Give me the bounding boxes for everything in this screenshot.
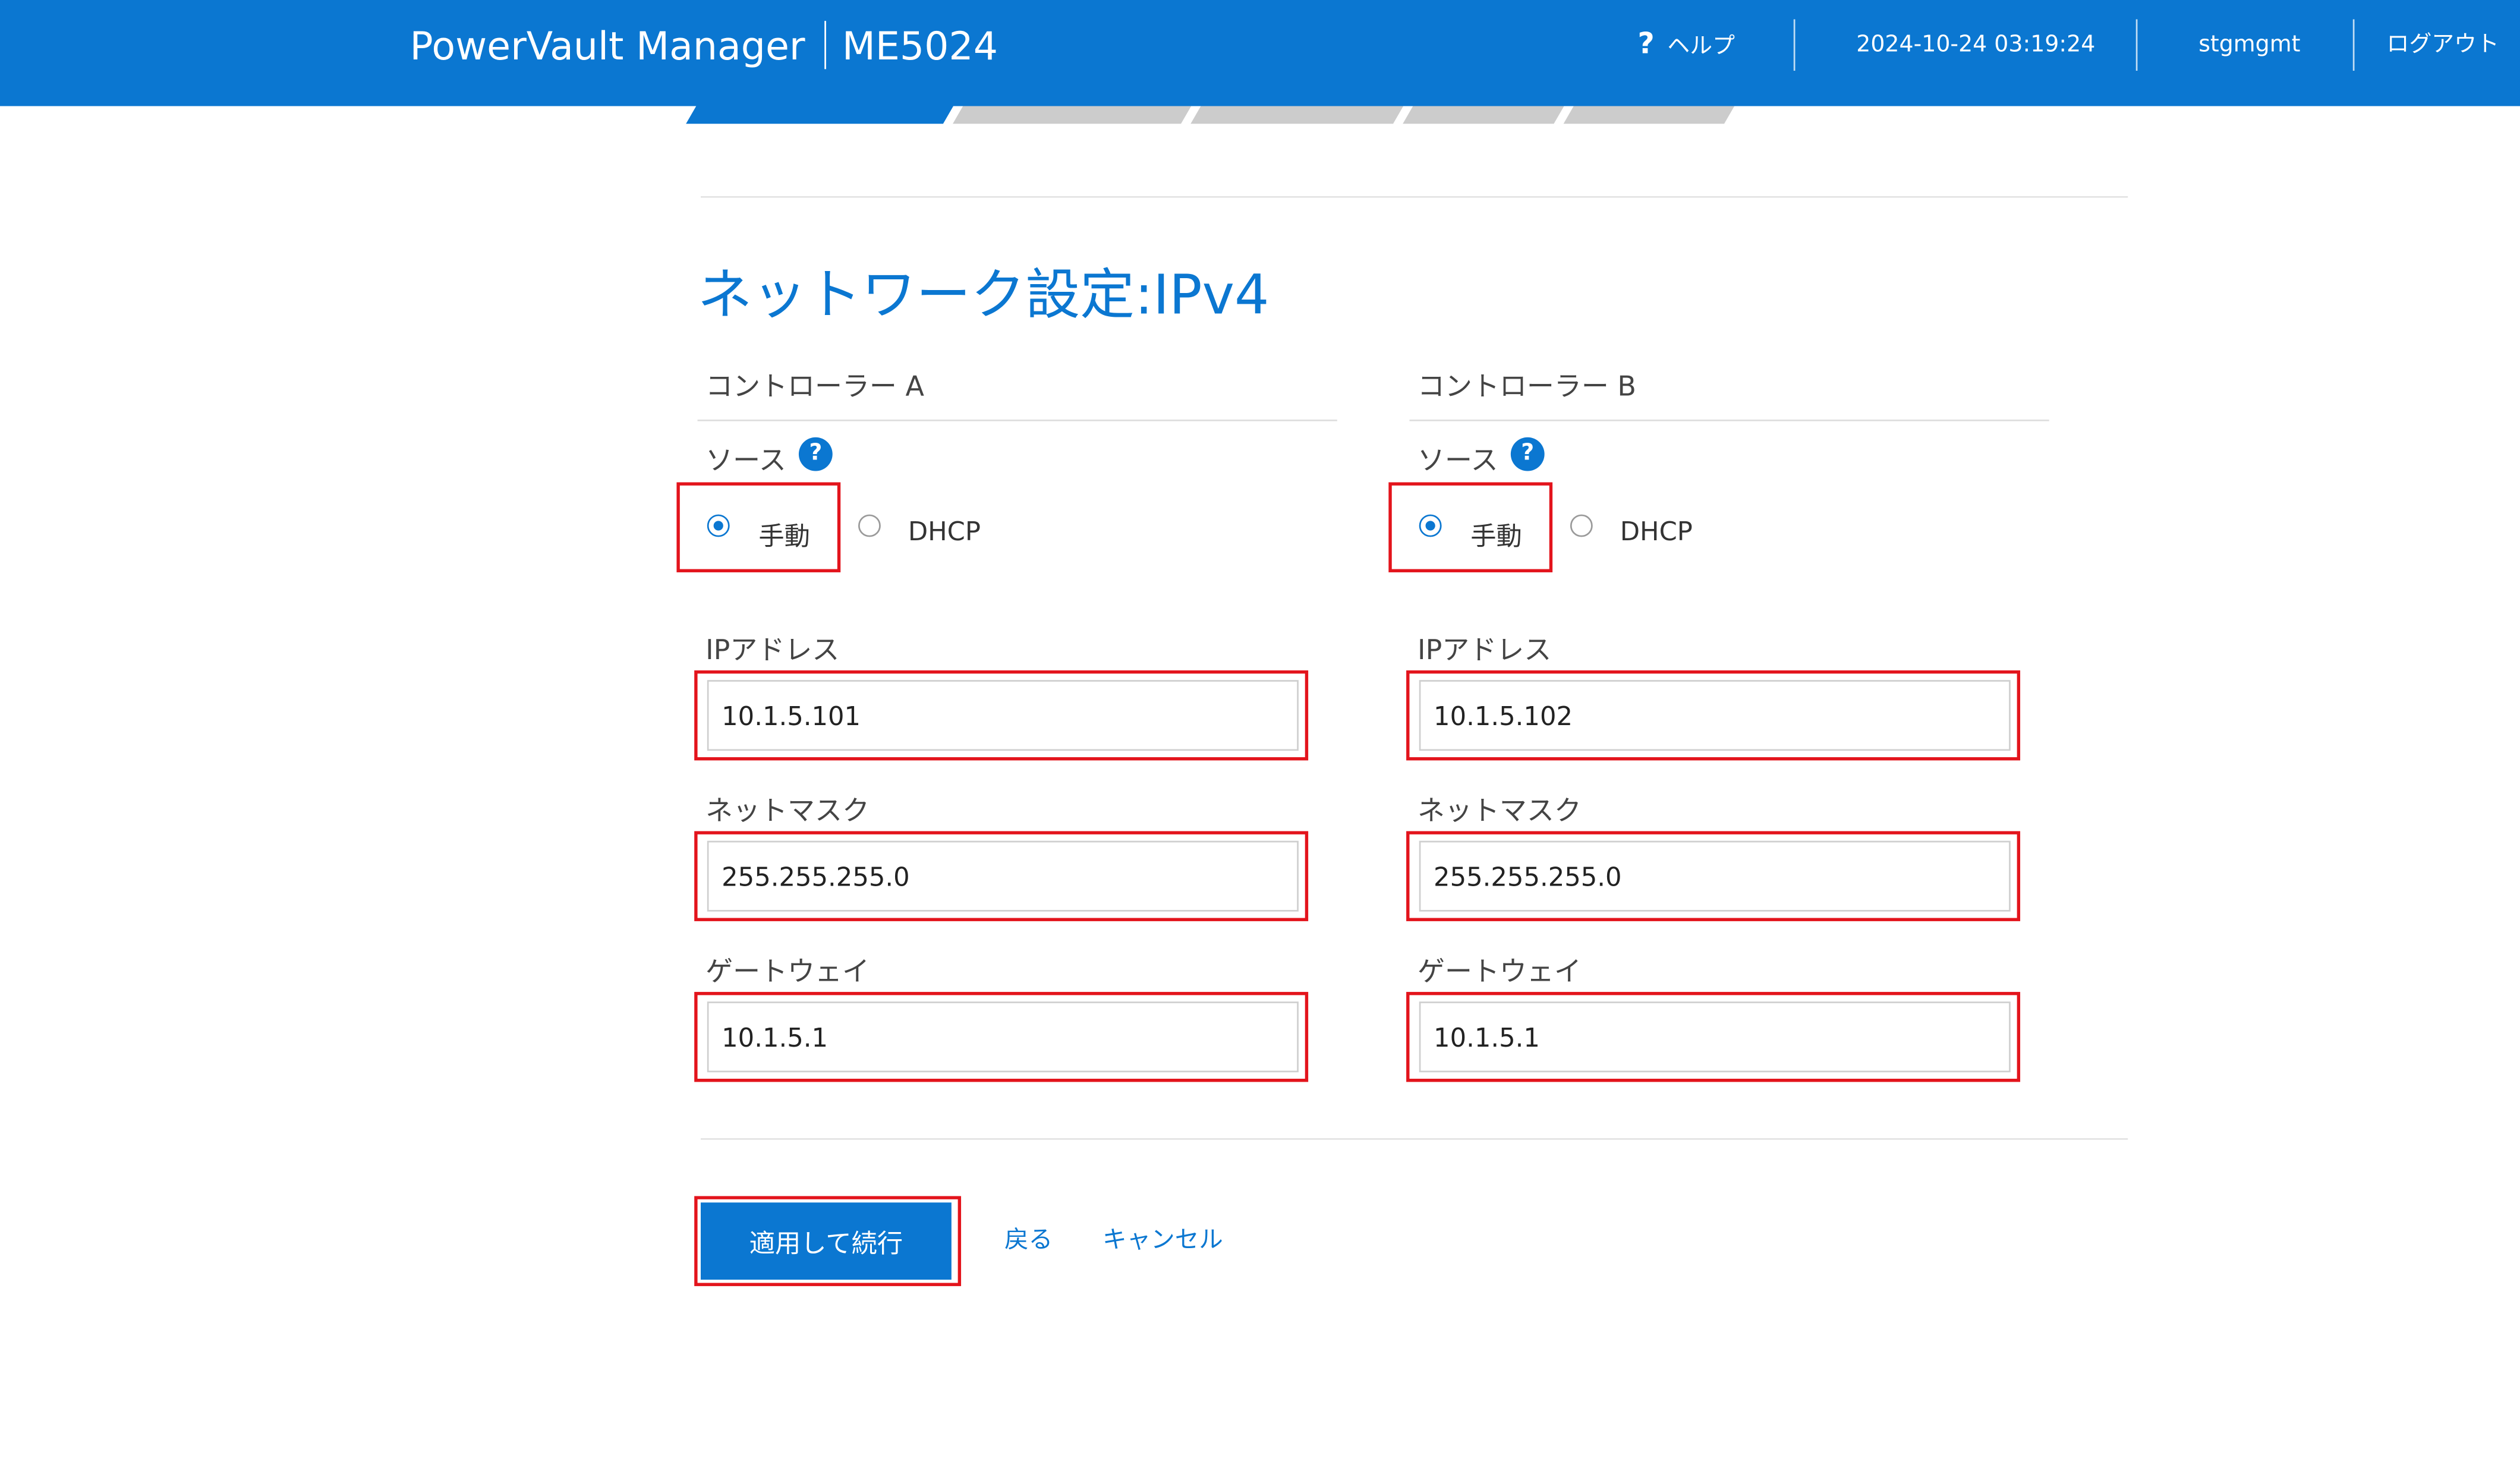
radio-dhcp-b[interactable]: [1570, 514, 1593, 537]
source-label: ソース: [705, 445, 786, 478]
source-help-icon[interactable]: ?: [1510, 437, 1545, 471]
user-name[interactable]: stgmgmt: [2198, 26, 2300, 64]
help-label: ヘルプ: [1667, 33, 1735, 60]
header-divider: [2352, 19, 2355, 71]
radio-manual-a[interactable]: [707, 514, 730, 537]
source-label: ソース: [1418, 445, 1498, 478]
wizard-step: [1563, 106, 1735, 124]
header-divider: [2135, 19, 2138, 71]
datetime: 2024-10-24 03:19:24: [1856, 32, 2096, 58]
brand-separator: [824, 21, 826, 70]
radio-manual-b[interactable]: [1419, 514, 1442, 537]
controller-divider: [697, 419, 1337, 421]
radio-dhcp-a[interactable]: [858, 514, 881, 537]
netmask-label: ネットマスク: [1418, 795, 1582, 829]
help-icon: ?: [1637, 27, 1655, 61]
radio-dhcp-label[interactable]: DHCP: [908, 516, 981, 546]
apply-continue-button[interactable]: 適用して続行: [700, 1202, 952, 1280]
netmask-input-b[interactable]: [1419, 840, 2011, 912]
wizard-progress: [682, 106, 1743, 124]
gateway-label: ゲートウェイ: [1418, 956, 1582, 989]
model-name: ME5024: [842, 24, 998, 70]
wizard-step: [1190, 106, 1404, 124]
radio-manual-label[interactable]: 手動: [758, 515, 810, 553]
section-divider: [700, 196, 2128, 198]
gateway-label: ゲートウェイ: [705, 956, 870, 989]
back-link[interactable]: 戻る: [1004, 1222, 1053, 1256]
wizard-step: [953, 106, 1192, 124]
wizard-step: [686, 106, 954, 124]
page: PowerVault Manager ME5024 ? ヘルプ 2024-10-24…: [0, 0, 2520, 1471]
header-divider: [1793, 19, 1796, 71]
controller-divider: [1409, 419, 2049, 421]
controller-b-panel: コントローラー B ソース ? 手動 DHCP IPアドレス ネットマスク ゲー…: [1388, 354, 2084, 1109]
logout-link[interactable]: ログアウト: [2387, 26, 2499, 64]
ip-address-label: IPアドレス: [1418, 635, 1552, 667]
radio-manual-label[interactable]: 手動: [1470, 515, 1522, 553]
ip-address-input-a[interactable]: [707, 680, 1299, 751]
cancel-link[interactable]: キャンセル: [1102, 1222, 1223, 1256]
source-help-icon[interactable]: ?: [798, 437, 833, 471]
radio-dhcp-label[interactable]: DHCP: [1620, 516, 1693, 546]
ip-address-label: IPアドレス: [705, 635, 840, 667]
gateway-input-a[interactable]: [707, 1001, 1299, 1073]
top-header: PowerVault Manager ME5024 ? ヘルプ 2024-10-24…: [0, 0, 2520, 106]
gateway-input-b[interactable]: [1419, 1001, 2011, 1073]
section-divider: [700, 1138, 2128, 1140]
netmask-input-a[interactable]: [707, 840, 1299, 912]
controller-a-panel: コントローラー A ソース ? 手動 DHCP IPアドレス ネットマスク ゲー…: [676, 354, 1373, 1109]
brand: PowerVault Manager ME5024: [410, 21, 998, 73]
help-link[interactable]: ? ヘルプ: [1637, 26, 1734, 66]
product-name: PowerVault Manager: [410, 24, 805, 70]
wizard-step: [1403, 106, 1564, 124]
controller-a-label: コントローラー A: [705, 371, 924, 404]
ip-address-input-b[interactable]: [1419, 680, 2011, 751]
controller-b-label: コントローラー B: [1418, 371, 1636, 404]
page-title: ネットワーク設定:IPv4: [697, 263, 1270, 328]
netmask-label: ネットマスク: [705, 795, 870, 829]
